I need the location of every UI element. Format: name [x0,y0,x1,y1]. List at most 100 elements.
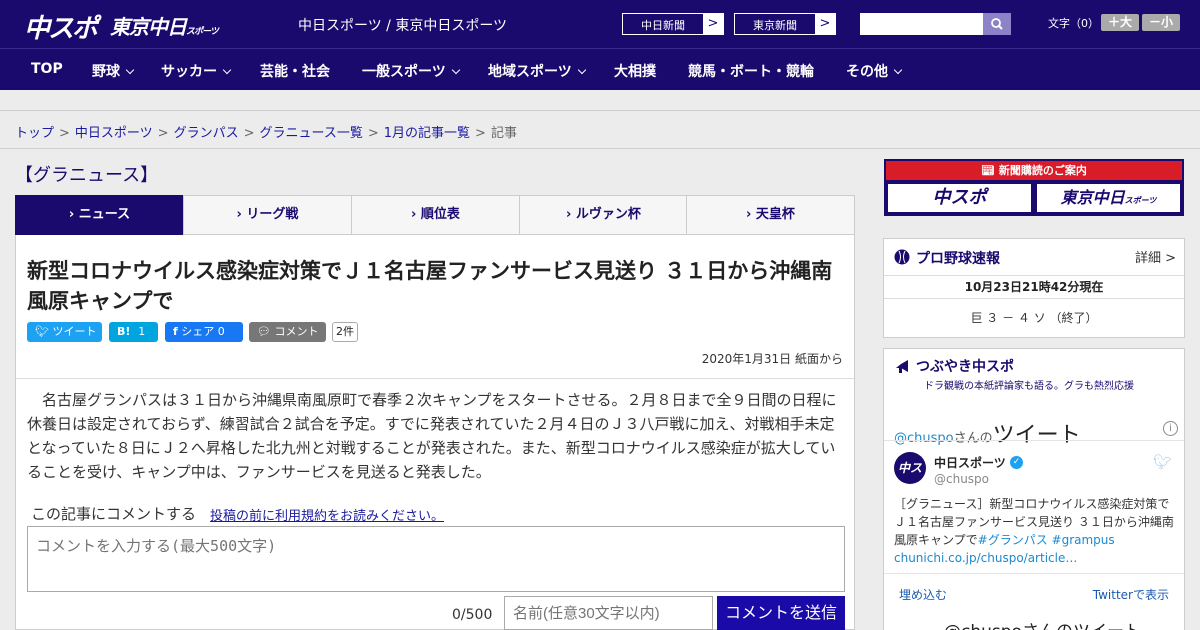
article-headline: 新型コロナウイルス感染症対策でＪ１名古屋ファンサービス見送り ３１日から沖縄南風… [27,259,833,313]
tweet-text: ［グラニュース］新型コロナウイルス感染症対策でＪ１名古屋ファンサービス見送り ３… [894,495,1176,567]
subscription-logo-tokyo-text: 東京中日 [1060,188,1125,207]
tokyo-chunichi-logo-text: 東京中日 [110,15,187,39]
nav-label: 競馬・ボート・競輪 [688,64,814,80]
breadcrumb-bar: トップ > 中日スポーツ > グランパス > グラニュース一覧 >1月の記事一覧 > 記事 [0,110,1200,149]
nav-item-top[interactable]: TOP [31,61,63,77]
tokyo-chunichi-logo-small: スポーツ [186,27,219,37]
twitter-handle-suffix: さんの [953,431,993,446]
facebook-share-label: シェア 0 [181,325,225,338]
chunichi-shimbun-label: 中日新聞 [641,19,685,32]
breadcrumb-separator: > [367,126,379,141]
chuspo-logo[interactable]: 中スポ [24,8,98,45]
terms-link[interactable]: 投稿の前に利用規約をお読みください。 [210,505,444,524]
name-input[interactable] [504,596,713,630]
article-body: 名古屋グランパスは３１日から沖縄県南風原町で春季２次キャンプをスタートさせる。２… [27,391,837,481]
divider [884,573,1184,574]
tweet-author-handle[interactable]: @chuspo [934,472,989,486]
nav-label: サッカー [161,64,217,80]
twitter-timeline-header[interactable]: @chuspoさんのツイート [894,417,1081,449]
tab-standings[interactable]: › 順位表 [351,195,520,235]
avatar[interactable]: 中ス [894,452,926,484]
tweet-button[interactable]: 🐦︎ ツイート [27,322,102,342]
tab-emperors-cup[interactable]: › 天皇杯 [686,195,855,235]
breadcrumb-link-top[interactable]: トップ [15,126,54,141]
tweet-link[interactable]: chunichi.co.jp/chuspo/article… [894,551,1077,565]
nav-item-racing[interactable]: 競馬・ボート・競輪 [688,61,814,81]
nav-item-soccer[interactable]: サッカー [161,61,232,81]
search-input[interactable] [860,13,983,35]
subscription-header-label: 新聞購読のご案内 [998,164,1087,177]
tokyo-shimbun-label: 東京新聞 [753,19,797,32]
chunichi-shimbun-button[interactable]: 中日新聞 > [622,13,724,35]
nav-item-baseball[interactable]: 野球 [92,61,135,81]
tokyo-chunichi-logo[interactable]: 東京中日スポーツ [110,11,219,40]
nav-item-sumo[interactable]: 大相撲 [614,61,656,81]
tab-levain-cup[interactable]: › ルヴァン杯 [519,195,688,235]
breadcrumb-link-gra-news[interactable]: グラニュース一覧 [260,126,363,141]
embed-link[interactable]: 埋め込む [899,586,947,603]
comment-section-label: この記事にコメントする [31,505,197,523]
baseball-detail-link[interactable]: 詳細 > [1135,247,1176,266]
twitter-panel-subtitle: ドラ観戦の本紙評論家も語る。グラも熱烈応援 [924,381,1134,392]
nav-item-local-sports[interactable]: 地域スポーツ [488,61,586,81]
font-size-label: 文字（0） [1048,17,1099,30]
twitter-tweets-label: ツイート [992,423,1081,448]
subscription-banner[interactable]: 📰︎ 新聞購読のご案内 中スポ 東京中日スポーツ [884,159,1184,216]
tweet-author-name[interactable]: 中日スポーツ [934,454,1006,471]
breadcrumb-link-january[interactable]: 1月の記事一覧 [384,126,470,141]
tokyo-shimbun-button[interactable]: 東京新聞 > [734,13,836,35]
chevron-down-icon [222,65,232,75]
breadcrumb-separator: > [157,126,169,141]
tweet-hashtags[interactable]: #グランパス #grampus [978,533,1115,547]
nav-label: 大相撲 [614,64,656,80]
article: 新型コロナウイルス感染症対策でＪ１名古屋ファンサービス見送り ３１日から沖縄南風… [15,235,855,630]
baseball-timestamp: 10月23日21時42分現在 [884,275,1184,299]
section-tabs: › ニュース › リーグ戦 › 順位表 › ルヴァン杯 › 天皇杯 [15,195,855,241]
breadcrumb-separator: > [475,126,486,141]
tab-league[interactable]: › リーグ戦 [183,195,352,235]
hatena-icon: B! [117,325,131,338]
subscription-logo-tokyo[interactable]: 東京中日スポーツ [1037,184,1180,212]
baseball-score[interactable]: 巨 ３ － ４ ソ （終了） [884,309,1184,326]
hatena-bookmark-button[interactable]: B! 1 [109,322,158,342]
site-header: 中スポ 東京中日スポーツ 中日スポーツ / 東京中日スポーツ 中日新聞 > 東京… [0,0,1200,48]
facebook-icon: f [173,325,178,338]
nav-item-others[interactable]: その他 [846,61,903,81]
info-icon[interactable]: i [1163,421,1178,436]
verified-icon: ✓ [1010,456,1023,469]
font-larger-button[interactable]: ＋大 [1101,14,1139,31]
breadcrumb-separator: > [243,126,255,141]
search-button[interactable] [983,13,1011,35]
baseball-panel: プロ野球速報 詳細 > 10月23日21時42分現在 巨 ３ － ４ ソ （終了… [883,238,1185,338]
twitter-bird-icon[interactable]: 🐦︎ [1153,453,1172,471]
breadcrumb-link-grampus[interactable]: グランパス [174,126,239,141]
tab-news[interactable]: › ニュース [15,195,184,241]
nav-item-entertainment[interactable]: 芸能・社会 [260,61,330,81]
baseball-icon [894,249,910,265]
divider [16,378,854,379]
breadcrumb: トップ > 中日スポーツ > グランパス > グラニュース一覧 >1月の記事一覧 > 記事 [15,122,517,141]
megaphone-icon [896,360,908,373]
divider [884,440,1184,441]
comment-input[interactable] [27,526,845,592]
nav-label: 地域スポーツ [488,64,572,80]
subscription-logo-chuspo[interactable]: 中スポ [888,184,1031,212]
speech-bubble-icon: 💬︎ [257,325,271,338]
breadcrumb-link-chuspo[interactable]: 中日スポーツ [75,126,153,141]
search-icon [991,18,1003,30]
font-smaller-button[interactable]: －小 [1142,14,1180,31]
chevron-down-icon [893,65,903,75]
char-count: 0/500 [452,607,493,623]
twitter-timeline-footer[interactable]: @chuspoさんのツイート [944,617,1141,630]
nav-item-general-sports[interactable]: 一般スポーツ [362,61,460,81]
submit-comment-button[interactable]: コメントを送信 [717,596,845,630]
facebook-share-button[interactable]: f シェア 0 [165,322,243,342]
chevron-down-icon [125,65,135,75]
comment-button[interactable]: 💬︎ コメント [249,322,326,342]
section-title: 【グラニュース】 [15,165,159,186]
publish-date: 2020年1月31日 紙面から [701,352,843,366]
twitter-panel: つぶやき中スポ ドラ観戦の本紙評論家も語る。グラも熱烈応援 @chuspoさんの… [883,348,1185,630]
view-on-twitter-link[interactable]: Twitterで表示 [1093,586,1169,603]
chevron-down-icon [577,65,586,75]
chevron-right-icon: > [815,14,835,34]
